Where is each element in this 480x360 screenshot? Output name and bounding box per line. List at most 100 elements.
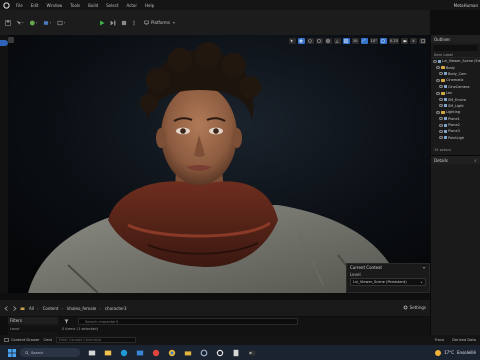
visibility-eye-icon[interactable]	[439, 104, 443, 108]
visibility-eye-icon[interactable]	[439, 129, 443, 133]
mail-icon[interactable]	[135, 348, 144, 357]
taskbar-search-box[interactable]: Search	[20, 348, 80, 357]
task-view-icon[interactable]	[87, 348, 96, 357]
menu-help[interactable]: Help	[141, 3, 158, 8]
file-explorer-icon[interactable]	[103, 348, 112, 357]
add-content-icon[interactable]	[29, 18, 38, 28]
console-command-placeholder: Enter Console Command	[58, 338, 101, 342]
console-command-input[interactable]: Enter Console Command	[55, 337, 136, 343]
epic-launcher-icon[interactable]	[231, 348, 240, 357]
actor-icon	[444, 85, 447, 89]
content-settings-button[interactable]: Settings	[403, 305, 426, 310]
filters-title: Filters	[8, 317, 58, 324]
transform-scale-icon[interactable]	[315, 37, 323, 44]
visibility-eye-icon[interactable]	[439, 117, 443, 121]
menu-edit[interactable]: Edit	[27, 3, 43, 8]
transform-rotate-icon[interactable]	[306, 37, 314, 44]
menu-file[interactable]: File	[12, 3, 27, 8]
visibility-eye-icon[interactable]	[436, 78, 440, 82]
transform-select-icon[interactable]	[288, 37, 296, 44]
explorer-folder-icon[interactable]	[183, 348, 192, 357]
weather-icon[interactable]	[435, 349, 442, 356]
world-local-icon[interactable]	[324, 37, 332, 44]
menu-window[interactable]: Window	[42, 3, 66, 8]
history-forward-icon[interactable]	[12, 305, 17, 311]
folder-icon	[441, 78, 445, 82]
weather-temperature: 17°C	[444, 350, 455, 355]
derived-data-button[interactable]: Derived Data	[452, 338, 476, 342]
chevron-down-icon[interactable]	[422, 266, 426, 270]
visibility-eye-icon[interactable]	[433, 59, 437, 63]
visibility-eye-icon[interactable]	[436, 66, 440, 70]
menu-select[interactable]: Select	[102, 3, 122, 8]
camera-speed-value[interactable]: 4	[410, 37, 417, 44]
filter-icon[interactable]	[64, 319, 69, 324]
transform-move-icon[interactable]	[297, 37, 305, 44]
viewport-toggle-tab[interactable]	[0, 40, 8, 46]
play-icon[interactable]	[99, 18, 105, 28]
content-drawer-label: Content Drawer	[11, 338, 40, 342]
menu-tools[interactable]: Tools	[66, 3, 84, 8]
breadcrumb-folder[interactable]: khaleo_female	[67, 306, 96, 311]
level-viewport[interactable]: 10 10° 0.25 4 Current Context Level Lvl_…	[8, 35, 430, 293]
breadcrumb-content[interactable]: Content	[43, 306, 59, 311]
visibility-eye-icon[interactable]	[436, 91, 440, 95]
settings-app-icon[interactable]	[199, 348, 208, 357]
trace-button[interactable]: Trace	[435, 338, 445, 342]
maximize-viewport-icon[interactable]	[419, 37, 426, 44]
visibility-eye-icon[interactable]	[439, 136, 443, 140]
stop-icon[interactable]	[121, 18, 127, 28]
rotation-snap-value[interactable]: 10°	[369, 37, 378, 44]
visibility-eye-icon[interactable]	[439, 85, 443, 89]
outliner-search-input[interactable]	[433, 45, 478, 51]
grid-snap-value[interactable]: 10	[351, 37, 359, 44]
play-options-icon[interactable]	[132, 18, 136, 28]
unreal-engine-icon[interactable]	[215, 348, 224, 357]
cmd-label: Cmd	[43, 338, 52, 342]
outliner-row[interactable]: PointLigh	[431, 135, 480, 141]
outliner-row-label: SM_Enviro	[448, 97, 466, 102]
actor-icon	[444, 129, 447, 133]
scale-snap-toggle[interactable]	[379, 37, 387, 44]
menu-actor[interactable]: Actor	[122, 3, 141, 8]
visibility-eye-icon[interactable]	[439, 123, 443, 127]
select-mode-icon[interactable]	[16, 18, 24, 28]
menu-build[interactable]: Build	[84, 3, 102, 8]
step-icon[interactable]	[110, 18, 116, 28]
outliner-row-label: CineCamera	[448, 84, 470, 89]
grid-snap-toggle[interactable]	[342, 37, 350, 44]
cmd-selector[interactable]: Cmd	[44, 338, 52, 342]
unreal-logo-icon[interactable]	[2, 1, 10, 9]
breadcrumb-current[interactable]: character3	[105, 306, 127, 311]
actor-icon	[444, 117, 447, 121]
save-icon[interactable]	[5, 18, 11, 28]
cinematics-icon[interactable]	[57, 18, 66, 28]
close-icon[interactable]: ×	[474, 158, 477, 163]
viewport-menu-icon[interactable]	[8, 37, 14, 43]
rotation-snap-toggle[interactable]	[360, 37, 368, 44]
breadcrumb-all[interactable]: All	[29, 306, 34, 311]
platforms-dropdown[interactable]: Platforms	[144, 20, 176, 25]
camera-speed-icon[interactable]	[401, 37, 408, 44]
asset-search-input[interactable]: Search character3	[78, 318, 298, 325]
edge-browser-icon[interactable]	[119, 348, 128, 357]
windows-taskbar: Search 17°C Ensoleillé	[0, 345, 480, 360]
visibility-eye-icon[interactable]	[439, 72, 443, 76]
folder-icon	[441, 110, 445, 114]
metahuman-render	[8, 35, 430, 293]
actor-icon	[444, 123, 447, 127]
filter-item-level[interactable]: Level	[8, 326, 58, 332]
content-drawer-button[interactable]: Content Drawer	[4, 338, 40, 342]
history-back-icon[interactable]	[4, 305, 9, 311]
current-level-select[interactable]: Lvl_Viewer_Scene (Persistent)	[350, 278, 426, 286]
chrome-icon[interactable]	[167, 348, 176, 357]
visibility-eye-icon[interactable]	[436, 110, 440, 114]
blueprint-icon[interactable]	[43, 18, 52, 28]
scale-snap-value[interactable]: 0.25	[388, 37, 399, 44]
current-context-level-label: Level	[350, 271, 361, 277]
windows-start-icon[interactable]	[7, 348, 16, 357]
media-player-icon[interactable]	[151, 348, 160, 357]
visibility-eye-icon[interactable]	[439, 98, 443, 102]
surface-snap-icon[interactable]	[333, 37, 341, 44]
terminal-icon[interactable]	[247, 348, 256, 357]
